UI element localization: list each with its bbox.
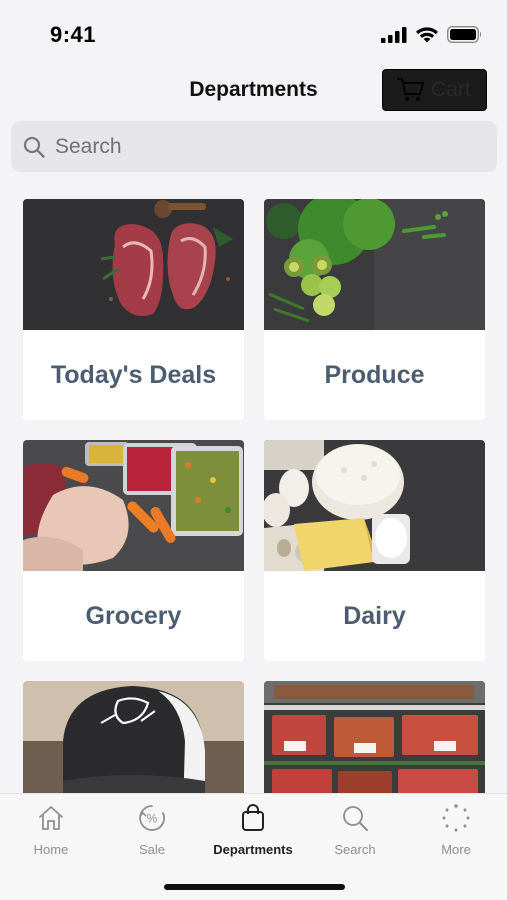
tab-home[interactable]: Home — [11, 802, 91, 862]
meat-photo — [264, 681, 485, 793]
department-tile-dairy[interactable]: Dairy — [264, 440, 485, 661]
tab-label: Home — [33, 842, 69, 857]
sale-percent-icon: % — [139, 805, 165, 831]
department-label: Produce — [324, 360, 425, 389]
todays-deals-photo — [23, 199, 244, 330]
department-label: Dairy — [343, 601, 406, 630]
tab-sale[interactable]: % Sale — [112, 802, 192, 862]
department-tile-todays-deals[interactable]: Today's Deals — [23, 199, 244, 420]
home-indicator — [164, 884, 345, 890]
department-tile-produce[interactable]: Produce — [264, 199, 485, 420]
department-tile-grocery[interactable]: Grocery — [23, 440, 244, 661]
tab-departments[interactable]: Departments — [203, 802, 303, 862]
tab-more[interactable]: More — [416, 802, 496, 862]
home-icon — [39, 806, 63, 830]
department-label: Today's Deals — [50, 360, 217, 389]
department-label: Grocery — [85, 601, 182, 630]
produce-photo — [264, 199, 485, 330]
tab-label: Search — [334, 842, 376, 857]
tab-label: Sale — [138, 842, 166, 857]
tab-search[interactable]: Search — [315, 802, 395, 862]
svg-text:%: % — [147, 812, 158, 826]
department-tile-meat[interactable] — [264, 681, 485, 793]
grocery-photo — [23, 440, 244, 571]
dairy-photo — [264, 440, 485, 571]
tab-label: More — [441, 842, 471, 857]
search-icon — [343, 806, 368, 831]
department-tile-merchandise[interactable] — [23, 681, 244, 793]
shopping-bag-icon — [242, 804, 264, 831]
department-grid: Today's Deals Produce Grocery Dairy — [0, 0, 507, 793]
tab-label: Departments — [213, 842, 293, 857]
more-dots-icon — [442, 804, 470, 832]
merchandise-photo — [23, 681, 244, 793]
